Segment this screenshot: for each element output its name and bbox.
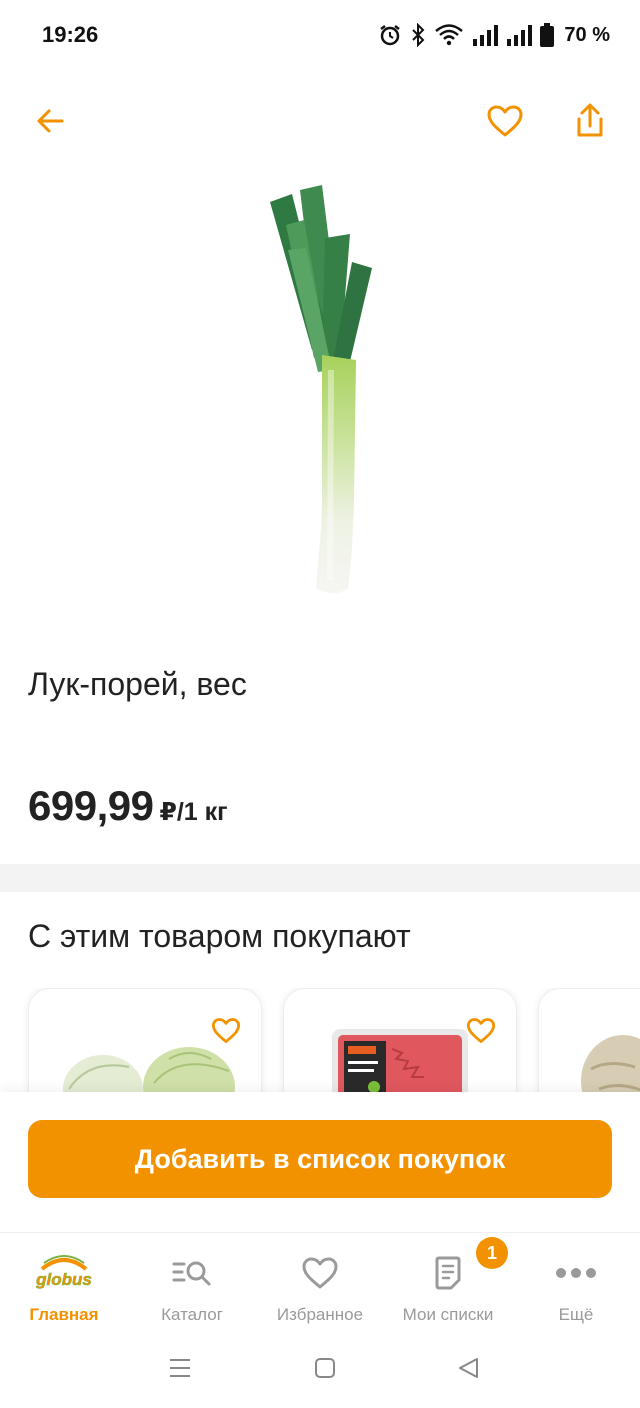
signal-icon-1 (473, 25, 499, 46)
price-row: 699,99 ₽/1 кг (28, 782, 228, 830)
list-icon (433, 1255, 463, 1291)
battery-icon (540, 23, 555, 47)
leek-image (270, 185, 372, 594)
more-dots-icon (555, 1255, 597, 1291)
status-bar: 19:26 70 % (0, 0, 640, 70)
tab-favorites[interactable]: Избранное (256, 1233, 384, 1333)
recommendation-card[interactable] (28, 988, 262, 1093)
product-image (0, 170, 640, 610)
status-icons: 70 % (378, 20, 610, 50)
price-value: 699,99 (28, 782, 154, 829)
signal-icon-2 (507, 25, 533, 46)
share-button[interactable] (568, 99, 612, 143)
bluetooth-icon (412, 23, 425, 47)
lists-count-badge: 1 (476, 1237, 508, 1269)
svg-text:globus: globus (36, 1270, 92, 1289)
recommendation-card[interactable] (283, 988, 517, 1093)
wifi-icon (435, 24, 464, 46)
recommendation-card[interactable] (538, 988, 640, 1093)
square-icon (315, 1358, 335, 1378)
triangle-back-icon (459, 1358, 478, 1378)
price-unit: ₽/1 кг (159, 798, 228, 826)
tab-home[interactable]: globus Главная (0, 1233, 128, 1333)
system-back-button[interactable] (457, 1356, 481, 1385)
celery-root-image (581, 1035, 640, 1093)
bottom-tab-bar: globus Главная Каталог Избранное Мои спи… (0, 1232, 640, 1332)
tab-home-label: Главная (29, 1305, 99, 1324)
tab-favorites-label: Избранное (276, 1305, 364, 1324)
battery-percent: 70 % (564, 23, 610, 46)
recent-apps-button[interactable] (168, 1356, 192, 1385)
favorite-button[interactable] (483, 99, 527, 143)
tab-more[interactable]: Ещё (512, 1233, 640, 1333)
section-divider (0, 864, 640, 892)
home-button[interactable] (313, 1356, 337, 1385)
recommendations-row[interactable] (0, 988, 640, 1093)
catalog-search-icon (172, 1255, 212, 1291)
tab-catalog-label: Каталог (161, 1305, 223, 1324)
add-to-list-button[interactable]: Добавить в список покупок (28, 1120, 612, 1198)
tab-my-lists-label: Мои списки (402, 1305, 494, 1324)
product-title: Лук-порей, вес (28, 666, 247, 702)
heart-icon (301, 1255, 339, 1291)
back-button[interactable] (28, 99, 72, 143)
recommendations-title: С этим товаром покупают (28, 918, 411, 954)
heart-icon (487, 105, 523, 137)
alarm-icon (380, 25, 401, 46)
share-icon (577, 103, 603, 137)
bottom-action-sheet: Добавить в список покупок (0, 1092, 640, 1232)
kohlrabi-image (63, 1047, 235, 1093)
system-navigation-bar (0, 1332, 640, 1408)
tab-more-label: Ещё (558, 1305, 594, 1324)
ground-beef-pack-image (332, 1029, 468, 1093)
globus-logo-icon: globus (36, 1255, 92, 1291)
top-bar (0, 95, 640, 150)
arrow-left-icon (37, 109, 64, 133)
status-time: 19:26 (42, 22, 99, 47)
menu-lines-icon (170, 1359, 190, 1377)
tab-catalog[interactable]: Каталог (128, 1233, 256, 1333)
